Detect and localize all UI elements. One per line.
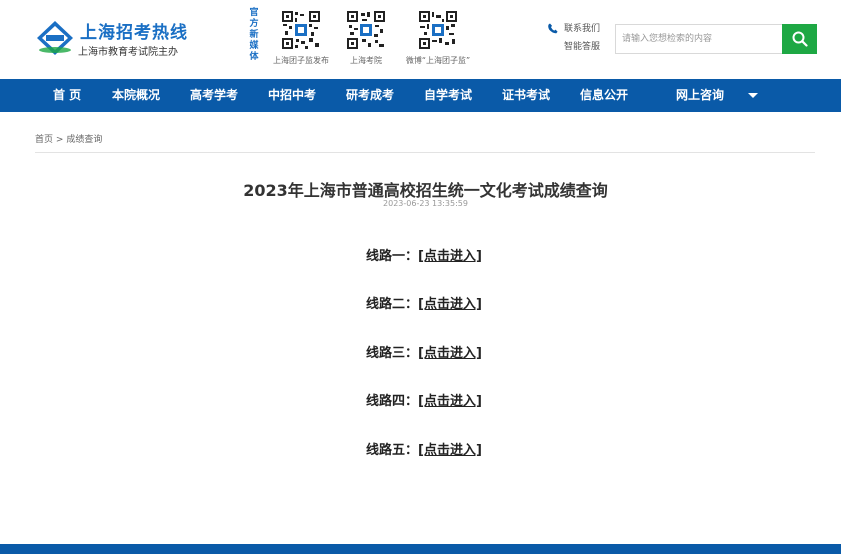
- route-link-4[interactable]: [点击进入]: [418, 394, 482, 409]
- media-label: 官方新媒体: [249, 8, 259, 62]
- route-label: 线路五：: [366, 443, 419, 458]
- nav-item-about[interactable]: 本院概况: [112, 79, 160, 112]
- breadcrumb-separator: >: [55, 135, 64, 145]
- qr-caption: 上海考院: [350, 56, 382, 65]
- qr-code-icon: [418, 10, 458, 50]
- logo-title: 上海招考热线: [80, 23, 188, 43]
- logo-emblem-icon: [37, 21, 73, 55]
- search-icon: [792, 31, 808, 47]
- contact-us-link[interactable]: 联系我们: [548, 22, 608, 40]
- route-line-3: 线路三：[点击进入]: [366, 342, 482, 361]
- smart-answer-label: 智能答服: [564, 42, 601, 52]
- footer-bar: [0, 544, 841, 554]
- route-link-5[interactable]: [点击进入]: [418, 443, 482, 458]
- nav-item-disclosure[interactable]: 信息公开: [580, 79, 628, 112]
- search-input[interactable]: [616, 25, 782, 53]
- route-line-5: 线路五：[点击进入]: [366, 439, 482, 458]
- main-nav: 首 页 本院概况 高考学考 中招中考 研考成考 自学考试 证书考试 信息公开 网…: [0, 79, 841, 112]
- route-line-4: 线路四：[点击进入]: [366, 390, 482, 409]
- qr-code-icon: [346, 10, 386, 50]
- breadcrumb-home-link[interactable]: 首页: [35, 135, 53, 145]
- article-title: 2023年上海市普通高校招生统一文化考试成绩查询: [243, 181, 608, 200]
- nav-dropdown-chevron-icon[interactable]: [748, 93, 758, 98]
- phone-icon: [548, 23, 558, 34]
- nav-item-home[interactable]: 首 页: [53, 79, 81, 112]
- qr-code-1[interactable]: 上海团子监发布: [273, 10, 329, 65]
- qr-code-2[interactable]: 上海考院: [344, 10, 388, 65]
- smart-answer-link[interactable]: 智能答服: [548, 40, 608, 58]
- article-date: 2023-06-23 13:35:59: [383, 199, 468, 208]
- breadcrumb-divider: [35, 152, 815, 153]
- nav-item-yankao[interactable]: 研考成考: [346, 79, 394, 112]
- nav-item-gaokao[interactable]: 高考学考: [190, 79, 238, 112]
- route-link-1[interactable]: [点击进入]: [418, 249, 482, 264]
- route-link-2[interactable]: [点击进入]: [418, 297, 482, 312]
- route-label: 线路一：: [366, 249, 419, 264]
- route-label: 线路二：: [366, 297, 419, 312]
- route-label: 线路三：: [366, 346, 419, 361]
- contact-links: 联系我们 智能答服: [548, 22, 608, 58]
- route-link-3[interactable]: [点击进入]: [418, 346, 482, 361]
- logo-subtitle: 上海市教育考试院主办: [78, 47, 178, 58]
- qr-code-icon: [281, 10, 321, 50]
- site-logo[interactable]: 上海招考热线 上海市教育考试院主办: [36, 18, 196, 60]
- qr-caption: 微博“上海团子监”: [405, 56, 471, 65]
- nav-item-zikao[interactable]: 自学考试: [424, 79, 472, 112]
- search-box: [615, 24, 817, 54]
- route-line-1: 线路一：[点击进入]: [366, 245, 482, 264]
- site-header: 上海招考热线 上海市教育考试院主办 官方新媒体 上海团子监发布 上海考院 微博“…: [0, 0, 841, 79]
- route-line-2: 线路二：[点击进入]: [366, 293, 482, 312]
- route-label: 线路四：: [366, 394, 419, 409]
- nav-item-certificate[interactable]: 证书考试: [502, 79, 550, 112]
- qr-caption: 上海团子监发布: [273, 56, 329, 65]
- nav-item-consult[interactable]: 网上咨询: [676, 79, 724, 112]
- breadcrumb: 首页 > 成绩查询: [35, 132, 102, 145]
- breadcrumb-current-link[interactable]: 成绩查询: [66, 135, 102, 145]
- qr-code-3[interactable]: 微博“上海团子监”: [406, 10, 470, 65]
- search-button[interactable]: [782, 24, 817, 54]
- contact-us-label: 联系我们: [564, 24, 601, 34]
- nav-item-zhongkao[interactable]: 中招中考: [268, 79, 316, 112]
